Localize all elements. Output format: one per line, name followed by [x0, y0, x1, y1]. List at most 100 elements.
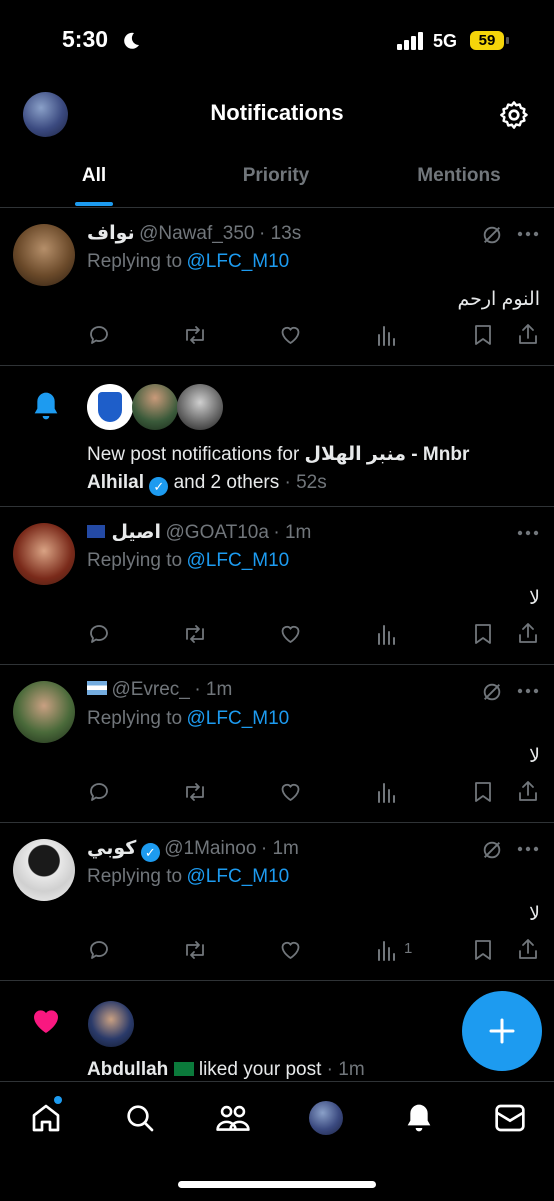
battery-cap [506, 37, 509, 44]
replying-prefix: Replying to [87, 866, 183, 887]
bell-icon[interactable] [403, 1102, 435, 1134]
replying-handle-link[interactable]: @LFC_M10 [187, 866, 290, 887]
repost-icon[interactable] [182, 323, 208, 347]
bar-chart-icon[interactable] [376, 323, 398, 347]
verified-badge-icon: ✓ [140, 843, 160, 862]
bookmark-icon[interactable] [473, 938, 493, 962]
heart-icon[interactable] [278, 323, 303, 347]
replying-prefix: Replying to [87, 708, 183, 729]
user-avatar[interactable] [132, 384, 178, 430]
repost-icon[interactable] [182, 938, 208, 962]
alert-suffix: and 2 others [173, 472, 280, 493]
user-handle[interactable]: @Nawaf_350 [139, 223, 254, 244]
replying-handle-link[interactable]: @LFC_M10 [187, 550, 290, 571]
tab-mentions[interactable]: Mentions [394, 165, 524, 187]
repost-icon[interactable] [182, 622, 208, 646]
communities-icon[interactable] [215, 1102, 251, 1134]
bar-chart-icon[interactable] [376, 780, 398, 804]
heart-filled-icon [34, 1010, 58, 1033]
bar-chart-icon[interactable] [376, 938, 398, 962]
more-icon[interactable] [517, 231, 539, 237]
moon-icon [124, 32, 139, 49]
verified-badge-icon: ✓ [149, 477, 169, 496]
heart-icon[interactable] [278, 622, 303, 646]
page-title: Notifications [210, 100, 344, 125]
user-avatar[interactable] [13, 839, 75, 901]
muted-conversation-icon[interactable] [481, 681, 503, 703]
tab-all[interactable]: All [54, 165, 134, 187]
user-avatar[interactable] [13, 681, 75, 743]
user-handle[interactable]: @GOAT10a [166, 522, 269, 543]
user-avatar[interactable] [13, 224, 75, 286]
user-avatar[interactable] [13, 523, 75, 585]
user-handle[interactable]: @1Mainoo [164, 838, 256, 859]
heart-icon[interactable] [278, 938, 303, 962]
repost-icon[interactable] [182, 780, 208, 804]
share-icon[interactable] [516, 322, 540, 346]
reply-icon[interactable] [87, 780, 111, 804]
post-time: · 1m [326, 1059, 365, 1080]
reply-icon[interactable] [87, 622, 111, 646]
bookmark-icon[interactable] [473, 780, 493, 804]
replying-prefix: Replying to [87, 251, 183, 272]
search-icon[interactable] [124, 1102, 156, 1134]
plus-icon [489, 1018, 515, 1044]
reply-icon[interactable] [87, 323, 111, 347]
share-icon[interactable] [516, 779, 540, 803]
unread-dot [54, 1096, 62, 1104]
bookmark-icon[interactable] [473, 622, 493, 646]
notification-post-alert[interactable]: New post notifications for منبر الهلال -… [0, 366, 554, 506]
share-icon[interactable] [516, 621, 540, 645]
action-bar: 1 [0, 935, 554, 965]
share-icon[interactable] [516, 937, 540, 961]
flag-icon [173, 1062, 194, 1076]
flag-icon [87, 525, 105, 538]
post-time: · 1m [260, 838, 299, 859]
bookmark-icon[interactable] [473, 323, 493, 347]
muted-conversation-icon[interactable] [481, 224, 503, 246]
display-name[interactable]: كوبي [87, 838, 136, 859]
reply-icon[interactable] [87, 938, 111, 962]
alert-prefix: New post notifications for [87, 444, 300, 465]
liker-name[interactable]: Abdullah [87, 1059, 168, 1080]
muted-conversation-icon[interactable] [481, 839, 503, 861]
view-count: 1 [404, 940, 413, 957]
mail-icon[interactable] [494, 1103, 526, 1133]
replying-handle-link[interactable]: @LFC_M10 [187, 251, 290, 272]
shield-logo [98, 392, 122, 422]
tab-priority[interactable]: Priority [216, 165, 336, 187]
user-avatar[interactable] [88, 1001, 134, 1047]
signal-icon [397, 32, 423, 50]
home-icon[interactable] [30, 1102, 62, 1134]
home-indicator [178, 1181, 376, 1188]
network-type: 5G [433, 31, 458, 51]
battery-indicator: 59 [470, 31, 504, 50]
heart-icon[interactable] [278, 780, 303, 804]
more-icon[interactable] [517, 688, 539, 694]
post-time: · 1m [194, 679, 233, 700]
display-name[interactable]: نواف [87, 223, 135, 244]
more-icon[interactable] [517, 530, 539, 536]
user-avatar[interactable] [177, 384, 223, 430]
account-name-continued[interactable]: Alhilal [87, 472, 144, 493]
flag-icon [87, 681, 107, 695]
reply-text: لا [529, 746, 540, 767]
gear-icon[interactable] [498, 99, 530, 131]
reply-text: لا [529, 904, 540, 925]
replying-handle-link[interactable]: @LFC_M10 [187, 708, 290, 729]
action-bar [0, 777, 554, 807]
action-bar [0, 320, 554, 350]
compose-button[interactable] [462, 991, 542, 1071]
bar-chart-icon[interactable] [376, 622, 398, 646]
post-time: · 1m [273, 522, 312, 543]
spaces-avatar[interactable] [309, 1101, 343, 1135]
action-bar [0, 619, 554, 649]
post-time: · 52s [284, 472, 327, 493]
display-name[interactable]: اصيل [111, 522, 161, 543]
more-icon[interactable] [517, 846, 539, 852]
user-avatar[interactable] [87, 384, 133, 430]
replying-prefix: Replying to [87, 550, 183, 571]
post-time: · 13s [258, 223, 302, 244]
account-name[interactable]: منبر الهلال - Mnbr [305, 444, 470, 465]
user-handle[interactable]: @Evrec_ [111, 679, 189, 700]
